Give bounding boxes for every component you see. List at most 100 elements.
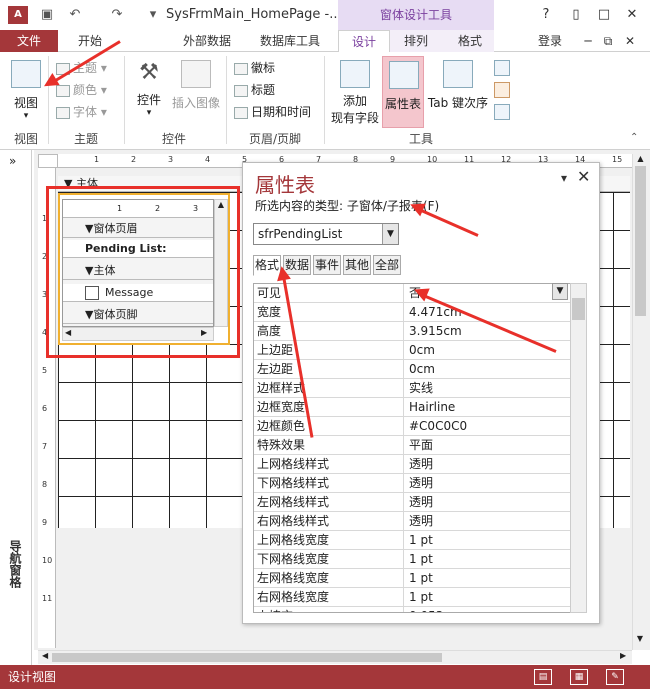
property-row[interactable]: 高度 3.915cm [254, 322, 570, 341]
property-grid-scrollbar[interactable] [570, 283, 587, 613]
layout-view-icon[interactable]: ▦ [570, 669, 588, 685]
designer-vertical-scrollbar[interactable]: ▲ ▼ [632, 154, 648, 650]
login-link[interactable]: 登录 [532, 30, 568, 52]
property-value[interactable]: 透明 [406, 512, 570, 531]
expand-nav-icon[interactable]: » [9, 154, 16, 168]
close-button[interactable]: ✕ [618, 4, 646, 26]
visible-dropdown-button[interactable]: ▼ [552, 283, 568, 300]
property-row[interactable]: 上网格线样式 透明 [254, 455, 570, 474]
tab-other[interactable]: 其他 [343, 255, 371, 275]
property-row[interactable]: 左网格线样式 透明 [254, 493, 570, 512]
datetime-button[interactable]: 日期和时间 [234, 102, 311, 122]
insert-image-button[interactable]: 插入图像 [170, 60, 222, 126]
property-row[interactable]: 左网格线宽度 1 pt [254, 569, 570, 588]
object-selector[interactable]: sfrPendingList [253, 223, 399, 245]
chevron-down-icon[interactable]: ▼ [382, 224, 398, 244]
tab-home[interactable]: 开始 [70, 30, 110, 52]
property-value[interactable]: 透明 [406, 455, 570, 474]
property-row[interactable]: 右网格线样式 透明 [254, 512, 570, 531]
property-row[interactable]: 上网格线宽度 1 pt [254, 531, 570, 550]
scroll-thumb[interactable] [572, 298, 585, 320]
logo-button[interactable]: 徽标 [234, 58, 275, 78]
view-code-icon[interactable] [494, 82, 510, 98]
customize-quick-access-icon[interactable]: ▾ [144, 5, 162, 25]
property-value[interactable]: 1 pt [406, 550, 570, 569]
navigation-pane[interactable]: » 导航窗格 [0, 150, 32, 665]
property-row[interactable]: 边框颜色 #C0C0C0 [254, 417, 570, 436]
property-value[interactable]: 1 pt [406, 569, 570, 588]
ribbon-display-icon[interactable]: ▯ [562, 4, 590, 26]
property-value[interactable]: 4.471cm [406, 303, 570, 322]
window-restore-icon[interactable]: ⧉ [598, 30, 618, 52]
property-row[interactable]: 上填充0.053cm [254, 607, 570, 612]
scroll-down-icon[interactable]: ▼ [633, 634, 647, 643]
tab-all[interactable]: 全部 [373, 255, 401, 275]
property-row[interactable]: 可见否 [254, 284, 570, 303]
restore-button[interactable]: □ [590, 4, 618, 26]
tab-format-props[interactable]: 格式 [253, 255, 281, 276]
property-value[interactable]: 平面 [406, 436, 570, 455]
designer-horizontal-scrollbar[interactable]: ◀ ▶ [38, 650, 632, 664]
property-value[interactable]: 1 pt [406, 531, 570, 550]
tab-file[interactable]: 文件 [0, 30, 58, 52]
help-button[interactable]: ? [532, 4, 560, 26]
close-icon[interactable]: ✕ [577, 167, 590, 186]
property-value[interactable]: 透明 [406, 474, 570, 493]
collapse-ribbon-icon[interactable]: ⌃ [630, 132, 638, 143]
property-value[interactable]: 否 [406, 284, 570, 303]
redo-icon[interactable]: ↷ [108, 5, 126, 25]
font-button[interactable]: 字体 ▾ [56, 102, 107, 122]
property-value[interactable]: 实线 [406, 379, 570, 398]
property-row[interactable]: 下网格线宽度 1 pt [254, 550, 570, 569]
property-row[interactable]: 右网格线宽度 1 pt [254, 588, 570, 607]
property-value[interactable]: 3.915cm [406, 322, 570, 341]
property-row[interactable]: 下网格线样式 透明 [254, 474, 570, 493]
property-row[interactable]: 左边距 0cm [254, 360, 570, 379]
tab-arrange[interactable]: 排列 [396, 30, 436, 52]
title-button[interactable]: 标题 [234, 80, 275, 100]
tab-order-button[interactable]: Tab 键次序 [426, 60, 490, 126]
property-row[interactable]: 边框宽度 Hairline [254, 398, 570, 417]
scroll-up-icon[interactable]: ▲ [633, 154, 648, 163]
property-value[interactable]: 透明 [406, 493, 570, 512]
undo-icon[interactable]: ↶ [66, 5, 84, 25]
form-selector[interactable] [38, 154, 58, 168]
scroll-thumb[interactable] [635, 166, 646, 316]
property-row[interactable]: 宽度 4.471cm [254, 303, 570, 322]
minimize-button[interactable]: ─ [578, 30, 598, 52]
property-value[interactable]: 0cm [406, 341, 570, 360]
save-icon[interactable]: ▣ [38, 5, 56, 25]
view-button[interactable]: 视图 ▾ [8, 60, 44, 130]
property-value[interactable]: 0.053cm [406, 607, 570, 612]
property-row[interactable]: 上边距 0cm [254, 341, 570, 360]
font-icon [56, 106, 70, 119]
tab-data[interactable]: 数据 [283, 255, 311, 275]
design-view-icon[interactable]: ✎ [606, 669, 624, 685]
theme-button[interactable]: 主题 ▾ [56, 58, 107, 78]
property-value[interactable]: Hairline [406, 398, 570, 417]
property-value[interactable]: 1 pt [406, 588, 570, 607]
form-view-icon[interactable]: ▤ [534, 669, 552, 685]
ruler-mark: 8 [42, 480, 48, 489]
property-value[interactable]: 0cm [406, 360, 570, 379]
subform-icon[interactable] [494, 60, 510, 76]
tab-external-data[interactable]: 外部数据 [176, 30, 238, 52]
property-row[interactable]: 边框样式 实线 [254, 379, 570, 398]
property-sheet-button[interactable]: 属性表 [382, 56, 424, 128]
add-existing-fields-button[interactable]: 添加 现有字段 [330, 60, 380, 130]
convert-macros-icon[interactable] [494, 104, 510, 120]
controls-button[interactable]: ⚒ 控件 ▾ [132, 60, 166, 126]
scroll-left-icon[interactable]: ◀ [42, 651, 48, 660]
tab-event[interactable]: 事件 [313, 255, 341, 275]
tab-design[interactable]: 设计 [338, 30, 390, 53]
window-close-icon[interactable]: ✕ [620, 30, 640, 52]
scroll-thumb[interactable] [52, 653, 442, 662]
tab-format[interactable]: 格式 [448, 30, 492, 52]
property-value[interactable]: #C0C0C0 [406, 417, 570, 436]
pane-options-icon[interactable]: ▾ [561, 171, 567, 185]
property-row[interactable]: 特殊效果 平面 [254, 436, 570, 455]
access-app-icon[interactable]: A [8, 6, 28, 24]
tab-database-tools[interactable]: 数据库工具 [254, 30, 326, 52]
color-button[interactable]: 颜色 ▾ [56, 80, 107, 100]
scroll-right-icon[interactable]: ▶ [620, 651, 626, 660]
